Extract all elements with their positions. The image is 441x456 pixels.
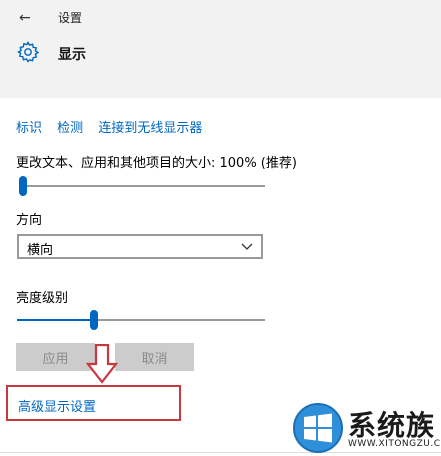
gear-icon — [17, 41, 40, 63]
cancel-button[interactable]: 取消 — [115, 343, 194, 371]
brightness-label: 亮度级别 — [16, 291, 69, 306]
watermark-subtext: WWW.XITONGZU.COM — [348, 439, 441, 449]
scale-label: 更改文本、应用和其他项目的大小: 100% (推荐) — [16, 156, 297, 171]
arrow-left-icon[interactable]: ← — [19, 10, 31, 26]
apply-button[interactable]: 应用 — [16, 343, 95, 371]
brightness-slider[interactable] — [17, 310, 265, 330]
page-title: 显示 — [58, 47, 86, 63]
watermark-text: 系统族 — [348, 409, 436, 442]
brightness-slider-thumb[interactable] — [90, 310, 98, 330]
orientation-label: 方向 — [16, 213, 43, 228]
brightness-slider-fill — [17, 319, 94, 321]
scale-slider-track — [19, 185, 265, 187]
down-arrow-icon — [86, 344, 118, 384]
scale-slider-thumb[interactable] — [19, 176, 27, 196]
scale-slider[interactable] — [19, 176, 265, 196]
title-bar: ← 设置 — [0, 0, 441, 36]
detect-link[interactable]: 检测 — [57, 121, 83, 136]
chevron-down-icon — [241, 243, 253, 250]
windows-logo-icon — [293, 403, 343, 453]
orientation-value: 横向 — [27, 243, 54, 258]
advanced-display-settings-link[interactable]: 高级显示设置 — [18, 396, 96, 415]
identify-link[interactable]: 标识 — [16, 121, 42, 136]
orientation-select[interactable]: 横向 — [17, 234, 263, 259]
connect-wireless-display-link[interactable]: 连接到无线显示器 — [98, 121, 202, 136]
app-title: 设置 — [58, 11, 83, 25]
display-links: 标识 检测 连接到无线显示器 — [16, 117, 213, 136]
watermark: 系统族 WWW.XITONGZU.COM — [292, 400, 441, 456]
